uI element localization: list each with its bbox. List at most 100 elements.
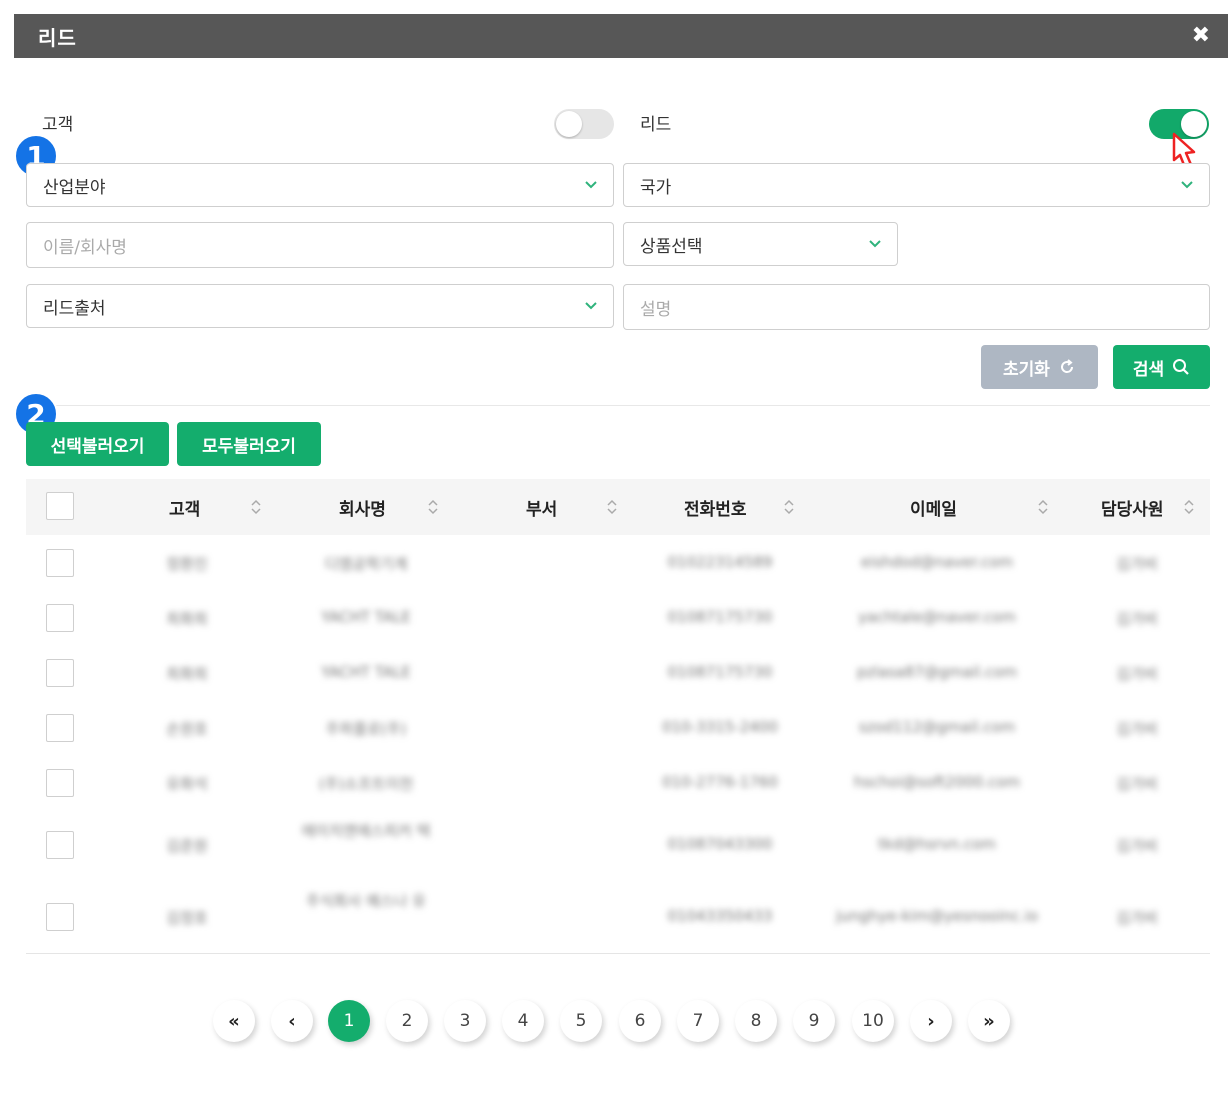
last-page-button[interactable]: » bbox=[968, 1000, 1010, 1042]
customer-label: 고객 bbox=[42, 115, 74, 135]
row-checkbox[interactable] bbox=[46, 658, 74, 687]
cell-customer: 최화희 bbox=[166, 664, 208, 683]
load-all-label: 모두불러오기 bbox=[202, 436, 296, 457]
page-button-6[interactable]: 6 bbox=[619, 1000, 661, 1042]
sort-icon[interactable] bbox=[426, 497, 440, 517]
sort-icon[interactable] bbox=[1182, 497, 1196, 517]
cell-email: szod112@gmail.com bbox=[858, 717, 1016, 736]
page-button-3[interactable]: 3 bbox=[444, 1000, 486, 1042]
cell-customer: 정환진 bbox=[166, 554, 208, 573]
cell-company: 주파플로(주) bbox=[325, 719, 407, 738]
row-checkbox[interactable] bbox=[46, 768, 74, 797]
cell-company: 에이치앤에스피커 텍 bbox=[301, 822, 431, 840]
table-row[interactable]: 최화희 YACHT TALE 01087175730 yachtale@naver.c… bbox=[26, 590, 1210, 645]
reset-button[interactable]: 초기화 bbox=[981, 345, 1098, 389]
page-button-7[interactable]: 7 bbox=[677, 1000, 719, 1042]
description-placeholder: 설명 bbox=[640, 299, 672, 320]
load-selected-label: 선택불러오기 bbox=[50, 436, 145, 457]
column-header-email[interactable]: 이메일 bbox=[910, 479, 957, 535]
page-button-1[interactable]: 1 bbox=[328, 1000, 370, 1042]
next-page-button[interactable]: › bbox=[910, 1000, 952, 1042]
page-button-2[interactable]: 2 bbox=[386, 1000, 428, 1042]
table-row[interactable]: 김정호 주식회사 예스나 유 01043350433 junghye-kim@yesn… bbox=[26, 880, 1210, 953]
cell-email: tkd@hsrvn.com bbox=[878, 835, 996, 853]
cell-phone: 01087175730 bbox=[667, 607, 773, 626]
row-checkbox[interactable] bbox=[46, 831, 74, 859]
sort-icon[interactable] bbox=[605, 497, 619, 517]
country-select-value: 국가 bbox=[640, 177, 672, 198]
name-company-input[interactable]: 이름/회사명 bbox=[26, 222, 614, 268]
search-icon bbox=[1173, 359, 1189, 375]
table-header: 고객 회사명 부서 전화번호 이메일 담당사원 bbox=[26, 479, 1210, 535]
product-select-value: 상품선택 bbox=[640, 236, 703, 257]
prev-page-button[interactable]: ‹ bbox=[271, 1000, 313, 1042]
cell-phone: 01022314589 bbox=[667, 552, 773, 571]
cell-company: 디엠공학기계 bbox=[324, 554, 408, 573]
cell-email: junghye-kim@yesnooinc.io bbox=[835, 906, 1038, 925]
cell-owner: 김가비 bbox=[1116, 664, 1158, 683]
table-row[interactable]: 유화석 (주)소프트이천 010-2776-1760 hschoi@soft2000.… bbox=[26, 755, 1210, 810]
sort-icon[interactable] bbox=[1036, 497, 1050, 517]
column-header-customer[interactable]: 고객 bbox=[169, 479, 200, 535]
row-checkbox[interactable] bbox=[46, 548, 74, 577]
column-header-owner[interactable]: 담당사원 bbox=[1101, 479, 1164, 535]
country-select[interactable]: 국가 bbox=[623, 163, 1210, 207]
cell-customer: 유화석 bbox=[166, 774, 208, 793]
column-header-department[interactable]: 부서 bbox=[526, 479, 557, 535]
sort-icon[interactable] bbox=[782, 497, 796, 517]
table-row[interactable]: 최화희 YACHT TALE 01087175730 pzlasa87@gmail.c… bbox=[26, 645, 1210, 700]
cell-email: eishdod@naver.com bbox=[860, 552, 1014, 571]
cell-customer: 손원호 bbox=[166, 719, 208, 738]
row-checkbox[interactable] bbox=[46, 902, 74, 931]
page-button-10[interactable]: 10 bbox=[852, 1000, 894, 1042]
lead-source-select-value: 리드출처 bbox=[43, 298, 106, 319]
cell-owner: 김가비 bbox=[1116, 719, 1158, 738]
column-header-phone[interactable]: 전화번호 bbox=[684, 479, 747, 535]
load-selected-button[interactable]: 선택불러오기 bbox=[26, 422, 169, 466]
toggle-knob bbox=[556, 111, 582, 137]
cell-email: yachtale@naver.com bbox=[858, 607, 1016, 626]
select-all-checkbox[interactable] bbox=[46, 492, 74, 520]
table-row[interactable]: 정환진 디엠공학기계 01022314589 eishdod@naver.com 김가비 bbox=[26, 535, 1210, 590]
lead-source-select[interactable]: 리드출처 bbox=[26, 284, 614, 328]
table-row[interactable]: 김준원 에이치앤에스피커 텍 01087043300 tkd@hsrvn.com 김가비 bbox=[26, 810, 1210, 880]
name-company-placeholder: 이름/회사명 bbox=[43, 237, 127, 258]
cell-owner: 김가비 bbox=[1116, 908, 1158, 927]
cell-email: hschoi@soft2000.com bbox=[853, 772, 1021, 791]
sort-icon[interactable] bbox=[249, 497, 263, 517]
industry-select[interactable]: 산업분야 bbox=[26, 163, 614, 207]
search-button[interactable]: 검색 bbox=[1113, 345, 1210, 389]
row-checkbox[interactable] bbox=[46, 603, 74, 632]
column-header-company[interactable]: 회사명 bbox=[339, 479, 386, 535]
table-row[interactable]: 손원호 주파플로(주) 010-3315-2400 szod112@gmail.com… bbox=[26, 700, 1210, 755]
chevron-down-icon bbox=[869, 240, 881, 248]
cell-email: pzlasa87@gmail.com bbox=[856, 662, 1018, 681]
page-button-8[interactable]: 8 bbox=[735, 1000, 777, 1042]
customer-toggle[interactable] bbox=[554, 109, 614, 139]
page-button-9[interactable]: 9 bbox=[793, 1000, 835, 1042]
row-checkbox[interactable] bbox=[46, 713, 74, 742]
page-button-5[interactable]: 5 bbox=[560, 1000, 602, 1042]
chevron-down-icon bbox=[585, 181, 597, 189]
search-label: 검색 bbox=[1132, 359, 1165, 380]
lead-label: 리드 bbox=[640, 115, 672, 135]
industry-select-value: 산업분야 bbox=[43, 177, 106, 198]
chevron-down-icon bbox=[1181, 181, 1193, 189]
close-icon[interactable]: ✖ bbox=[1192, 23, 1210, 48]
description-input[interactable]: 설명 bbox=[623, 284, 1210, 330]
page-button-4[interactable]: 4 bbox=[502, 1000, 544, 1042]
cell-phone: 010-2776-1760 bbox=[662, 772, 778, 791]
cell-owner: 김가비 bbox=[1116, 609, 1158, 628]
pagination: « ‹ 1 2 3 4 5 6 7 8 9 10 › » bbox=[0, 1000, 1232, 1050]
first-page-button[interactable]: « bbox=[213, 1000, 255, 1042]
dialog-titlebar: 리드 ✖ bbox=[14, 14, 1228, 58]
table-bottom-border bbox=[26, 953, 1210, 954]
cell-phone: 01087175730 bbox=[667, 662, 773, 681]
cell-company: 주식회사 예스나 유 bbox=[306, 892, 426, 910]
load-all-button[interactable]: 모두불러오기 bbox=[177, 422, 321, 466]
cell-customer: 김준원 bbox=[166, 837, 208, 855]
cell-phone: 01043350433 bbox=[667, 906, 773, 925]
cell-phone: 01087043300 bbox=[667, 835, 773, 853]
cell-customer: 최화희 bbox=[166, 609, 208, 628]
product-select[interactable]: 상품선택 bbox=[623, 222, 898, 266]
